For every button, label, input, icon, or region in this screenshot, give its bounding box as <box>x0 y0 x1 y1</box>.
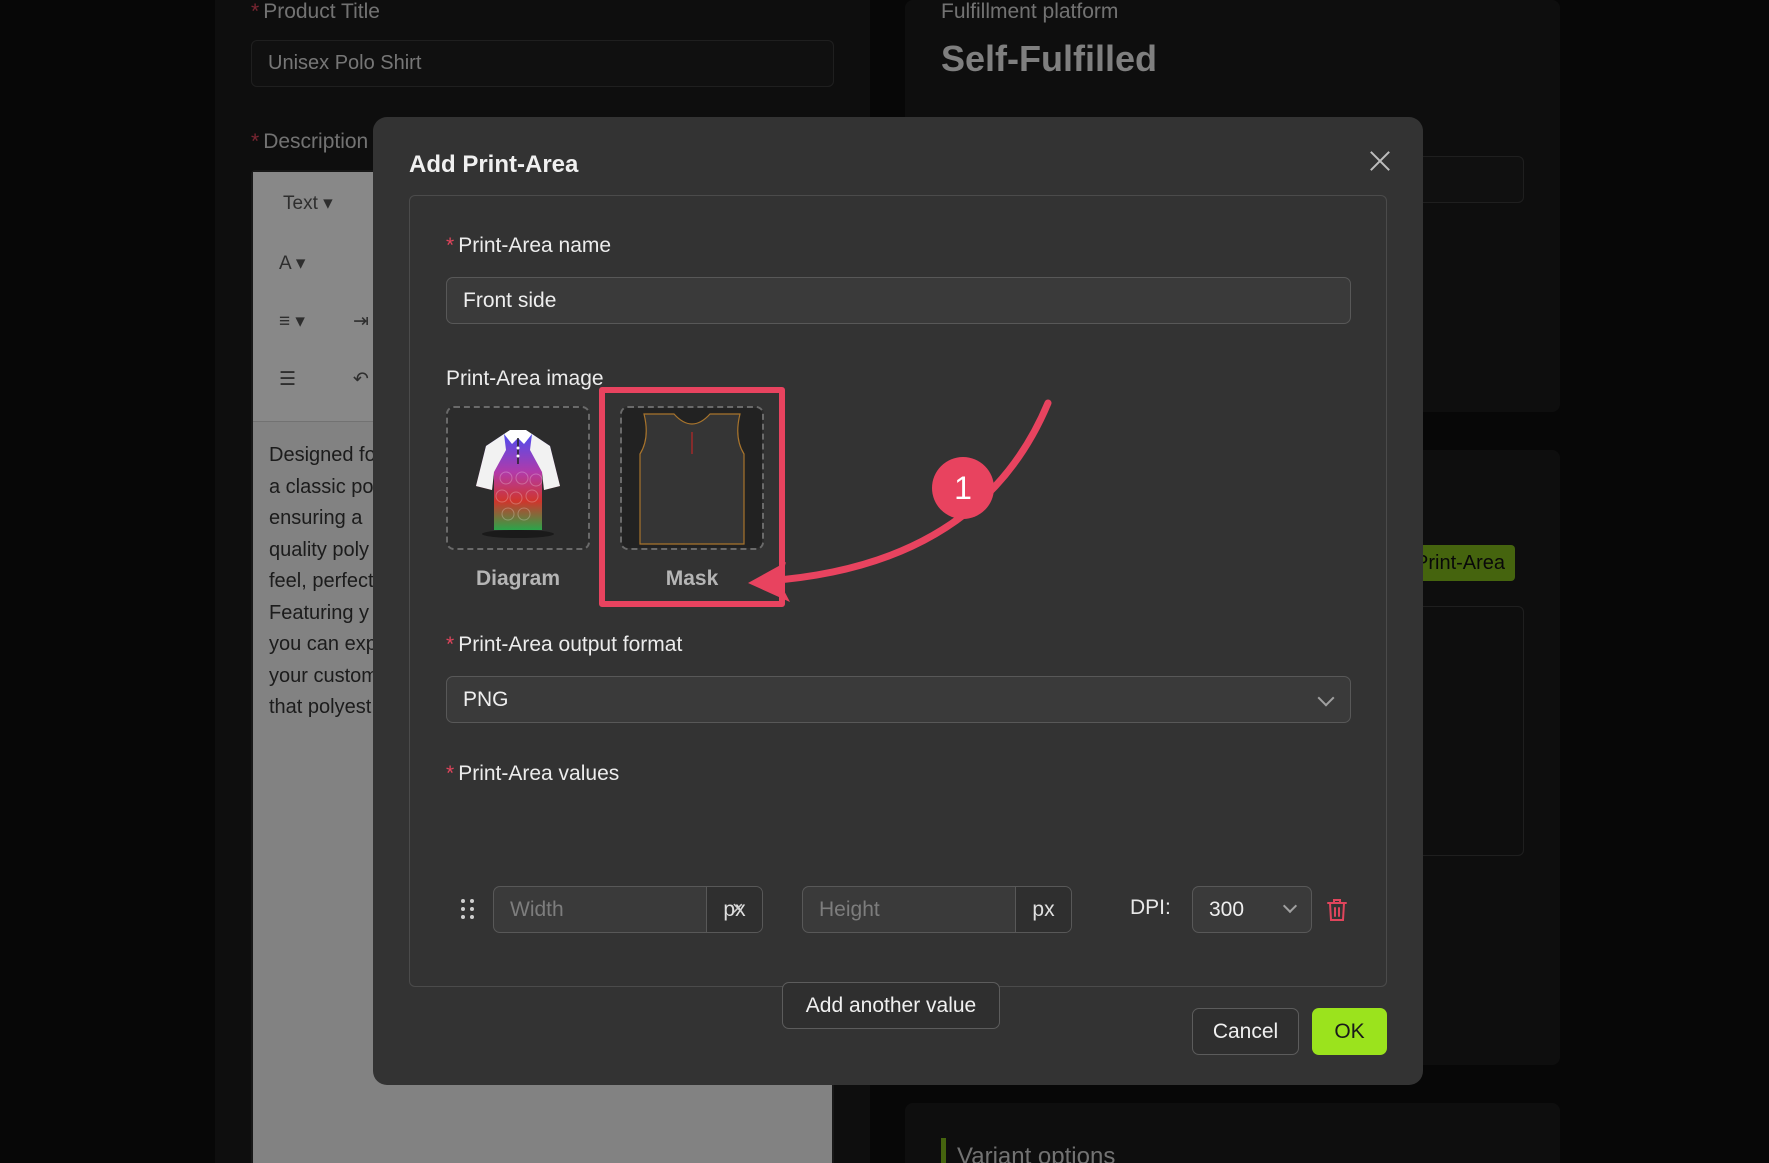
required-mark: * <box>446 762 455 785</box>
dpi-value: 300 <box>1209 897 1245 921</box>
annotation-highlight-box <box>599 387 785 607</box>
output-format-label-text: Print-Area output format <box>458 633 683 656</box>
print-area-name-label: * Print-Area name <box>446 234 611 258</box>
print-area-values-label-text: Print-Area values <box>458 762 620 785</box>
output-format-label: * Print-Area output format <box>446 633 682 657</box>
output-format-value: PNG <box>463 687 509 711</box>
chevron-down-icon <box>1282 898 1298 914</box>
print-area-image-label: Print-Area image <box>446 367 604 390</box>
required-mark: * <box>446 633 455 656</box>
ok-button[interactable]: OK <box>1312 1008 1387 1055</box>
add-print-area-dialog: Add Print-Area * Print-Area name Front si… <box>373 117 1423 1085</box>
delete-icon[interactable] <box>1326 898 1348 922</box>
height-unit: px <box>1015 887 1071 932</box>
drag-handle-icon[interactable] <box>461 899 477 921</box>
diagram-image-upload[interactable] <box>446 406 590 550</box>
polo-shirt-diagram-icon <box>476 430 560 538</box>
height-input-group: Height px <box>802 886 1072 933</box>
required-mark: * <box>446 234 455 257</box>
annotation-step-badge: 1 <box>932 457 994 519</box>
chevron-down-icon <box>1317 689 1335 707</box>
dialog-title: Add Print-Area <box>409 151 579 178</box>
height-input[interactable]: Height <box>803 887 1015 932</box>
diagram-caption: Diagram <box>475 567 561 590</box>
width-input[interactable]: Width <box>494 887 706 932</box>
print-area-values-label: * Print-Area values <box>446 762 619 786</box>
times-sign: × <box>732 898 744 920</box>
output-format-select[interactable]: PNG <box>446 676 1351 723</box>
width-input-group: Width px <box>493 886 763 933</box>
print-area-name-label-text: Print-Area name <box>458 234 612 257</box>
add-another-value-button[interactable]: Add another value <box>782 982 1000 1029</box>
cancel-button[interactable]: Cancel <box>1192 1008 1299 1055</box>
close-icon[interactable] <box>1367 147 1393 173</box>
dpi-select[interactable]: 300 <box>1192 886 1312 933</box>
print-area-value-row: Width px × Height px DPI: 300 <box>446 886 1351 933</box>
print-area-form: * Print-Area name Front side Print-Area i… <box>409 195 1387 1029</box>
print-area-name-input[interactable]: Front side <box>446 277 1351 324</box>
dpi-label: DPI: <box>1130 896 1171 919</box>
